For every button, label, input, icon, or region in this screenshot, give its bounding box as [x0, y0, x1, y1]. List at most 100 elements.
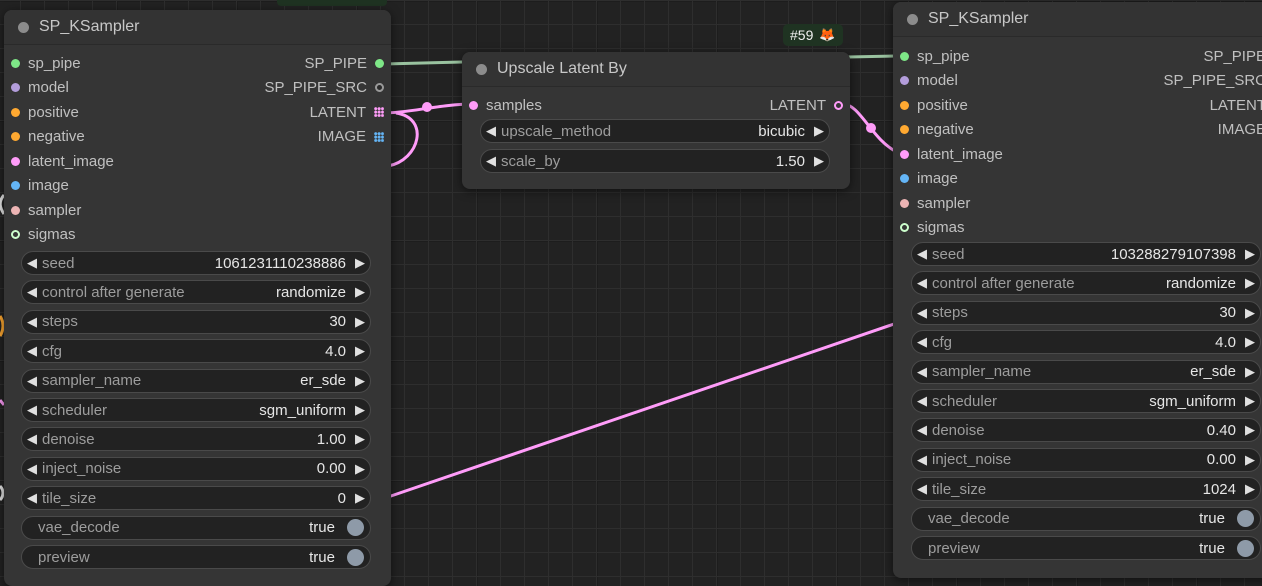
- widget-value[interactable]: 4.0: [1215, 334, 1236, 351]
- widget-seed[interactable]: ◀ seed 1061231110238886 ▶: [21, 251, 371, 275]
- input-slot-latent-image[interactable]: latent_image: [900, 144, 1003, 164]
- widget-value[interactable]: 0.00: [317, 460, 346, 477]
- widget-value[interactable]: true: [309, 519, 335, 536]
- widget-denoise[interactable]: ◀ denoise 1.00 ▶: [21, 427, 371, 452]
- node-header[interactable]: SP_KSampler: [4, 10, 391, 45]
- input-slot-sigmas[interactable]: sigmas: [900, 218, 965, 238]
- widget-value[interactable]: 1.00: [317, 431, 346, 448]
- toggle-knob-icon[interactable]: [347, 519, 364, 537]
- widget-steps[interactable]: ◀ steps 30 ▶: [911, 300, 1261, 325]
- widget-inject-noise[interactable]: ◀ inject_noise 0.00 ▶: [911, 447, 1261, 472]
- decrement-arrow-icon[interactable]: ◀: [22, 402, 42, 418]
- output-slot-dot-icon[interactable]: [375, 58, 384, 68]
- widget-value[interactable]: 1.50: [776, 153, 805, 170]
- output-slot-dot-icon[interactable]: [375, 83, 384, 92]
- widget-cfg[interactable]: ◀ cfg 4.0 ▶: [21, 339, 371, 364]
- node-header[interactable]: SP_KSampler: [893, 2, 1262, 37]
- widget-value[interactable]: 0: [338, 490, 346, 507]
- increment-arrow-icon[interactable]: ▶: [350, 284, 370, 300]
- widget-steps[interactable]: ◀ steps 30 ▶: [21, 309, 371, 334]
- widget-denoise[interactable]: ◀ denoise 0.40 ▶: [911, 418, 1261, 443]
- widget-preview[interactable]: preview true: [21, 545, 371, 569]
- widget-value[interactable]: 0.40: [1207, 422, 1236, 439]
- increment-arrow-icon[interactable]: ▶: [809, 153, 829, 169]
- input-slot-dot-icon[interactable]: [11, 181, 20, 190]
- decrement-arrow-icon[interactable]: ◀: [912, 364, 932, 380]
- input-slot-dot-icon[interactable]: [11, 156, 20, 166]
- increment-arrow-icon[interactable]: ▶: [350, 402, 370, 418]
- input-slot-positive[interactable]: positive: [11, 102, 79, 122]
- widget-value[interactable]: 0.00: [1207, 451, 1236, 468]
- increment-arrow-icon[interactable]: ▶: [350, 461, 370, 477]
- output-slot-sp-pipe-src[interactable]: SP_PIPE_SRC: [264, 78, 384, 98]
- widget-vae-decode[interactable]: vae_decode true: [911, 506, 1261, 531]
- input-slot-dot-icon[interactable]: [900, 125, 909, 134]
- widget-value[interactable]: sgm_uniform: [259, 402, 346, 419]
- upscale-latent-by-node[interactable]: Upscale Latent By samples LATENT ◀ upscale_…: [462, 52, 850, 189]
- increment-arrow-icon[interactable]: ▶: [1240, 334, 1260, 350]
- decrement-arrow-icon[interactable]: ◀: [22, 284, 42, 300]
- widget-sampler-name[interactable]: ◀ sampler_name er_sde ▶: [911, 359, 1261, 384]
- input-slot-sampler[interactable]: sampler: [900, 193, 970, 213]
- decrement-arrow-icon[interactable]: ◀: [22, 461, 42, 477]
- input-slot-model[interactable]: model: [900, 71, 958, 91]
- collapse-dot-icon[interactable]: [18, 21, 29, 33]
- input-slot-sp-pipe[interactable]: sp_pipe: [11, 53, 81, 73]
- widget-value[interactable]: true: [1199, 540, 1225, 557]
- decrement-arrow-icon[interactable]: ◀: [912, 305, 932, 321]
- input-slot-dot-icon[interactable]: [900, 174, 909, 183]
- input-slot-dot-icon[interactable]: [11, 58, 20, 68]
- widget-scale-by[interactable]: ◀ scale_by 1.50 ▶: [480, 149, 830, 173]
- widget-scheduler[interactable]: ◀ scheduler sgm_uniform ▶: [21, 398, 371, 422]
- output-slot-sp-pipe-src[interactable]: SP_PIPE_SRC: [1163, 71, 1262, 91]
- widget-scheduler[interactable]: ◀ scheduler sgm_uniform ▶: [911, 389, 1261, 413]
- widget-control-after-generate[interactable]: ◀ control after generate randomize ▶: [21, 280, 371, 305]
- input-slot-dot-icon[interactable]: [11, 205, 20, 215]
- widget-value[interactable]: 1024: [1203, 481, 1236, 498]
- increment-arrow-icon[interactable]: ▶: [1240, 393, 1260, 409]
- output-slot-latent[interactable]: LATENT: [310, 102, 384, 122]
- input-slot-sigmas[interactable]: sigmas: [11, 225, 76, 245]
- input-slot-dot-icon[interactable]: [900, 223, 909, 232]
- grid-icon[interactable]: [374, 107, 384, 117]
- input-slot-positive[interactable]: positive: [900, 95, 968, 115]
- widget-value[interactable]: sgm_uniform: [1149, 393, 1236, 410]
- widget-value[interactable]: true: [1199, 510, 1225, 527]
- widget-value[interactable]: 103288279107398: [1111, 246, 1236, 263]
- widget-sampler-name[interactable]: ◀ sampler_name er_sde ▶: [21, 368, 371, 393]
- input-slot-dot-icon[interactable]: [469, 100, 478, 110]
- decrement-arrow-icon[interactable]: ◀: [22, 255, 42, 271]
- input-slot-image[interactable]: image: [11, 176, 69, 196]
- widget-upscale-method[interactable]: ◀ upscale_method bicubic ▶: [480, 119, 830, 143]
- collapse-dot-icon[interactable]: [476, 63, 487, 75]
- widget-value[interactable]: randomize: [276, 284, 346, 301]
- input-slot-dot-icon[interactable]: [900, 198, 909, 208]
- increment-arrow-icon[interactable]: ▶: [1240, 305, 1260, 321]
- sp-ksampler-node-left[interactable]: SP_KSampler sp_pipe model positive negative…: [4, 10, 391, 586]
- increment-arrow-icon[interactable]: ▶: [1240, 275, 1260, 291]
- input-slot-dot-icon[interactable]: [900, 76, 909, 85]
- decrement-arrow-icon[interactable]: ◀: [912, 481, 932, 497]
- input-slot-samples[interactable]: samples: [469, 95, 542, 115]
- decrement-arrow-icon[interactable]: ◀: [912, 452, 932, 468]
- output-slot-dot-icon[interactable]: [834, 100, 843, 110]
- decrement-arrow-icon[interactable]: ◀: [481, 123, 501, 139]
- input-slot-dot-icon[interactable]: [900, 149, 909, 159]
- widget-value[interactable]: 4.0: [325, 343, 346, 360]
- decrement-arrow-icon[interactable]: ◀: [912, 334, 932, 350]
- output-slot-image[interactable]: IMAGE: [1218, 120, 1262, 140]
- decrement-arrow-icon[interactable]: ◀: [22, 343, 42, 359]
- input-slot-sp-pipe[interactable]: sp_pipe: [900, 46, 970, 66]
- output-slot-latent[interactable]: LATENT: [1210, 95, 1262, 115]
- output-slot-sp-pipe[interactable]: SP_PIPE: [304, 53, 384, 73]
- increment-arrow-icon[interactable]: ▶: [350, 373, 370, 389]
- output-slot-image[interactable]: IMAGE: [318, 127, 384, 147]
- widget-value[interactable]: 30: [329, 313, 346, 330]
- widget-tile-size[interactable]: ◀ tile_size 1024 ▶: [911, 477, 1261, 502]
- input-slot-negative[interactable]: negative: [11, 127, 85, 147]
- increment-arrow-icon[interactable]: ▶: [1240, 364, 1260, 380]
- increment-arrow-icon[interactable]: ▶: [1240, 422, 1260, 438]
- decrement-arrow-icon[interactable]: ◀: [22, 373, 42, 389]
- output-slot-latent[interactable]: LATENT: [770, 95, 843, 115]
- widget-preview[interactable]: preview true: [911, 536, 1261, 560]
